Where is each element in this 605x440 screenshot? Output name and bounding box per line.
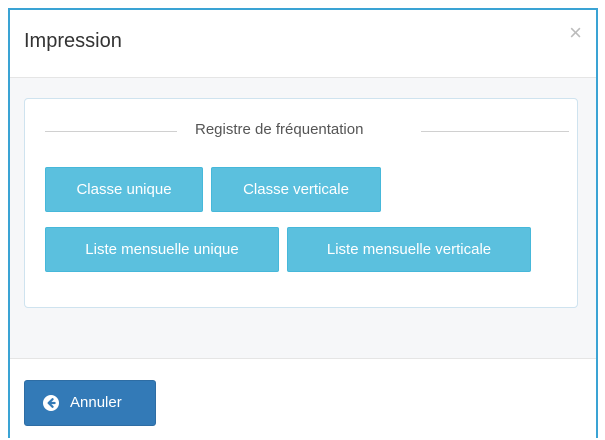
modal-header: Impression ×	[10, 10, 596, 78]
liste-mensuelle-unique-button[interactable]: Liste mensuelle unique	[45, 227, 279, 272]
classe-unique-button[interactable]: Classe unique	[45, 167, 203, 212]
legend-divider-left	[45, 131, 177, 132]
circle-arrow-left-icon	[43, 395, 59, 411]
modal-footer: Annuler	[10, 358, 596, 440]
print-modal: Impression × Registre de fréquentation C…	[8, 8, 598, 440]
liste-mensuelle-verticale-button[interactable]: Liste mensuelle verticale	[287, 227, 531, 272]
fieldset-legend: Registre de fréquentation	[45, 121, 569, 141]
classe-verticale-button[interactable]: Classe verticale	[211, 167, 381, 212]
close-icon[interactable]: ×	[569, 22, 582, 44]
attendance-register-panel: Registre de fréquentation Classe unique …	[24, 98, 578, 308]
legend-divider-right	[421, 131, 569, 132]
legend-title: Registre de fréquentation	[195, 121, 364, 138]
cancel-label: Annuler	[70, 394, 122, 411]
modal-title: Impression	[24, 30, 122, 52]
cancel-button[interactable]: Annuler	[24, 380, 156, 426]
modal-body: Registre de fréquentation Classe unique …	[10, 78, 596, 358]
